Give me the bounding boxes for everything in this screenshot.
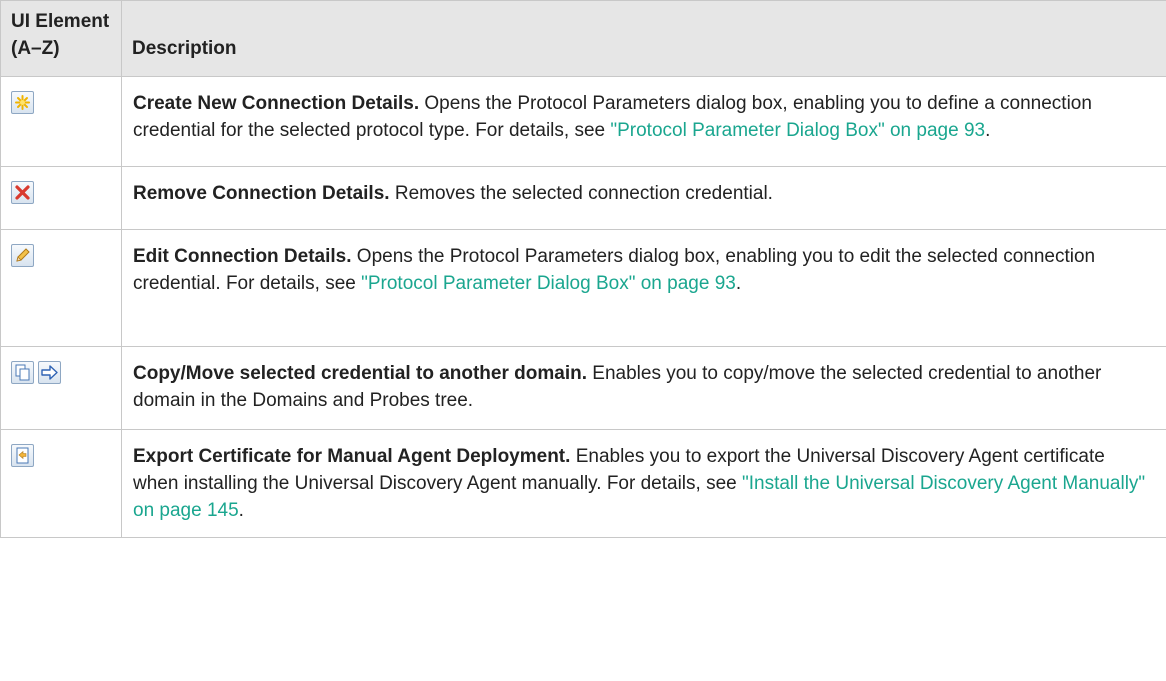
table-row: Edit Connection Details. Opens the Proto… [0, 229, 1166, 347]
protocol-parameter-link[interactable]: "Protocol Parameter Dialog Box" on page … [610, 120, 985, 141]
icon-cell [0, 166, 122, 230]
table-row: Remove Connection Details. Removes the s… [0, 166, 1166, 230]
move-arrow-icon[interactable] [38, 361, 61, 384]
icon-cell [0, 429, 122, 538]
description-cell: Remove Connection Details. Removes the s… [121, 166, 1166, 230]
new-star-icon[interactable] [11, 91, 34, 114]
header-ui-element: UI Element (A–Z) [0, 0, 122, 77]
row-title: Remove Connection Details. [133, 183, 390, 204]
description-cell: Copy/Move selected credential to another… [121, 346, 1166, 430]
row-title: Edit Connection Details. [133, 246, 352, 267]
table-row: Create New Connection Details. Opens the… [0, 76, 1166, 167]
protocol-parameter-link[interactable]: "Protocol Parameter Dialog Box" on page … [361, 273, 736, 294]
icon-cell [0, 229, 122, 347]
table-row: Export Certificate for Manual Agent Depl… [0, 429, 1166, 538]
table-header-row: UI Element (A–Z) Description [0, 0, 1166, 77]
icon-cell [0, 76, 122, 167]
header-description: Description [121, 0, 1166, 77]
description-cell: Export Certificate for Manual Agent Depl… [121, 429, 1166, 538]
ui-elements-table: UI Element (A–Z) Description Create New … [0, 0, 1166, 538]
edit-pencil-icon[interactable] [11, 244, 34, 267]
row-title: Export Certificate for Manual Agent Depl… [133, 446, 571, 467]
table-row: Copy/Move selected credential to another… [0, 346, 1166, 430]
row-tail: . [985, 120, 991, 141]
row-title: Create New Connection Details. [133, 93, 420, 114]
row-tail: . [735, 273, 742, 294]
row-title: Copy/Move selected credential to another… [133, 363, 587, 384]
remove-x-icon[interactable] [11, 181, 34, 204]
row-tail: . [238, 500, 244, 521]
row-text: Removes the selected connection credenti… [389, 183, 773, 204]
description-cell: Create New Connection Details. Opens the… [121, 76, 1166, 167]
icon-cell [0, 346, 122, 430]
description-cell: Edit Connection Details. Opens the Proto… [121, 229, 1166, 347]
copy-icon[interactable] [11, 361, 34, 384]
export-certificate-icon[interactable] [11, 444, 34, 467]
